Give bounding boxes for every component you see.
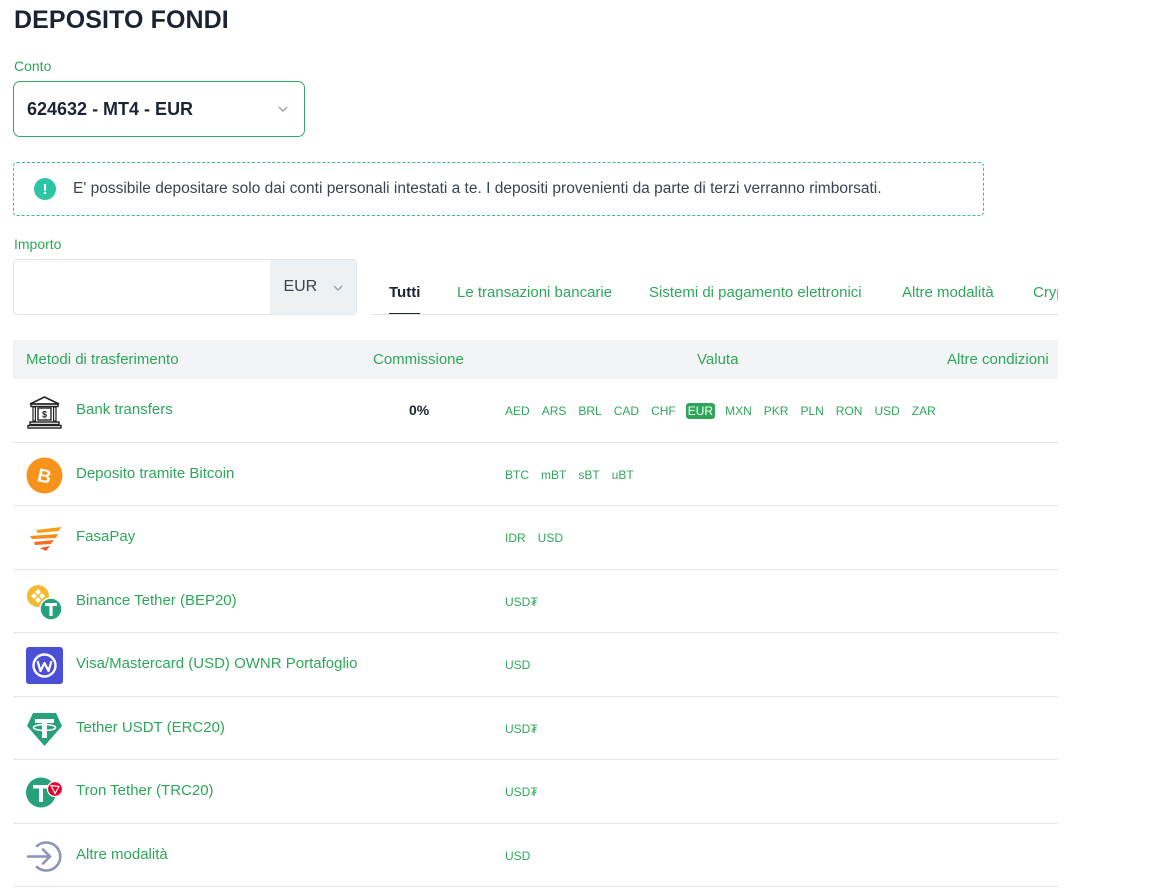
exclamation-icon: ! — [34, 178, 56, 200]
method-name: Visa/Mastercard (USD) OWNR Portafoglio — [76, 655, 358, 672]
table-row[interactable]: $ Bank transfers 0% AED ARS BRL CAD CHF … — [13, 379, 1058, 443]
currency-list: AED ARS BRL CAD CHF EUR MXN PKR PLN RON … — [503, 403, 946, 419]
currency-chip[interactable]: USD — [503, 848, 532, 864]
currency-list: IDR USD — [503, 530, 573, 546]
svg-text:$: $ — [42, 410, 47, 420]
currency-chip[interactable]: PKR — [762, 403, 791, 419]
amount-input[interactable] — [14, 260, 271, 314]
method-name: FasaPay — [76, 528, 136, 545]
conto-label: Conto — [14, 58, 52, 74]
importo-label: Importo — [14, 236, 62, 252]
binance-tether-icon — [27, 584, 63, 621]
amount-group: EUR — [13, 259, 357, 315]
currency-list: USD₮ — [503, 594, 548, 610]
currency-list: BTC mBT sBT uBT — [503, 467, 644, 483]
ownr-wallet-icon — [26, 647, 63, 684]
table-row[interactable]: Tron Tether (TRC20) USD₮ — [13, 760, 1058, 824]
chevron-down-icon — [333, 285, 343, 291]
account-select-value: 624632 - MT4 - EUR — [27, 98, 194, 119]
currency-chip[interactable]: mBT — [539, 467, 568, 483]
arrow-in-icon — [26, 840, 62, 872]
currency-chip[interactable]: BTC — [503, 467, 531, 483]
header-currency: Valuta — [697, 351, 739, 368]
methods-table: Metodi di trasferimento Commissione Valu… — [13, 340, 1058, 887]
table-row[interactable]: Visa/Mastercard (USD) OWNR Portafoglio U… — [13, 633, 1058, 697]
method-name: Tether USDT (ERC20) — [76, 718, 225, 736]
tether-icon — [27, 712, 62, 746]
currency-chip[interactable]: USD — [536, 530, 565, 546]
currency-chip[interactable]: IDR — [503, 530, 528, 546]
currency-chip[interactable]: RON — [834, 403, 865, 419]
currency-list: USD — [503, 848, 540, 864]
method-name: Tron Tether (TRC20) — [76, 782, 214, 799]
table-row[interactable]: Altre modalità USD — [13, 824, 1058, 887]
chevron-down-icon — [278, 106, 288, 113]
currency-chip[interactable]: USD — [872, 403, 901, 419]
method-name: Altre modalità — [76, 845, 168, 863]
table-row[interactable]: Tether USDT (ERC20) USD₮ — [13, 697, 1058, 760]
currency-list: USD — [503, 657, 540, 673]
bank-icon: $ — [27, 396, 62, 429]
table-header: Metodi di trasferimento Commissione Valu… — [13, 340, 1058, 379]
currency-chip[interactable]: BRL — [576, 403, 603, 419]
currency-chip[interactable]: CHF — [649, 403, 678, 419]
account-select[interactable]: 624632 - MT4 - EUR — [13, 81, 305, 137]
tab-tutti[interactable]: Tutti — [389, 284, 421, 314]
tron-tether-icon — [26, 777, 63, 808]
header-conditions: Altre condizioni — [947, 351, 1049, 368]
currency-chip[interactable]: USD₮ — [503, 721, 540, 737]
method-name: Binance Tether (BEP20) — [76, 591, 237, 609]
currency-chip-selected[interactable]: EUR — [685, 403, 716, 419]
method-name: Deposito tramite Bitcoin — [76, 464, 235, 482]
currency-chip[interactable]: USD — [503, 657, 532, 673]
tab-bank-transactions[interactable]: Le transazioni bancarie — [457, 284, 612, 301]
notice-text: E' possibile depositare solo dai conti p… — [73, 180, 882, 197]
header-methods: Metodi di trasferimento — [26, 351, 179, 368]
table-row[interactable]: FasaPay IDR USD — [13, 506, 1058, 570]
currency-select[interactable]: EUR — [270, 260, 356, 314]
tab-crypto[interactable]: Crypto — [1033, 284, 1058, 301]
currency-list: USD₮ — [503, 784, 548, 800]
page-title: DEPOSITO FONDI — [14, 6, 229, 34]
method-name: Bank transfers — [76, 401, 173, 418]
currency-chip[interactable]: ARS — [540, 403, 569, 419]
currency-chip[interactable]: ZAR — [910, 403, 938, 419]
currency-chip[interactable]: AED — [503, 403, 532, 419]
currency-chip[interactable]: sBT — [576, 467, 601, 483]
currency-list: USD₮ — [503, 721, 548, 737]
table-row[interactable]: B Deposito tramite Bitcoin BTC mBT sBT u… — [13, 443, 1058, 506]
currency-chip[interactable]: PLN — [798, 403, 825, 419]
currency-chip[interactable]: USD₮ — [503, 594, 540, 610]
method-commission: 0% — [409, 402, 430, 418]
bitcoin-icon: B — [26, 457, 63, 493]
currency-chip[interactable]: CAD — [612, 403, 641, 419]
fasapay-icon — [30, 527, 61, 551]
currency-chip[interactable]: MXN — [723, 403, 754, 419]
method-tabs: Tutti Le transazioni bancarie Sistemi di… — [372, 262, 1058, 315]
tab-electronic-payments[interactable]: Sistemi di pagamento elettronici — [649, 284, 862, 301]
tab-other-methods[interactable]: Altre modalità — [902, 284, 994, 301]
currency-chip[interactable]: uBT — [610, 467, 636, 483]
deposit-notice: ! E' possibile depositare solo dai conti… — [13, 162, 984, 216]
currency-chip[interactable]: USD₮ — [503, 784, 540, 800]
table-row[interactable]: Binance Tether (BEP20) USD₮ — [13, 570, 1058, 633]
currency-select-value: EUR — [283, 278, 318, 295]
header-commission: Commissione — [373, 351, 464, 368]
